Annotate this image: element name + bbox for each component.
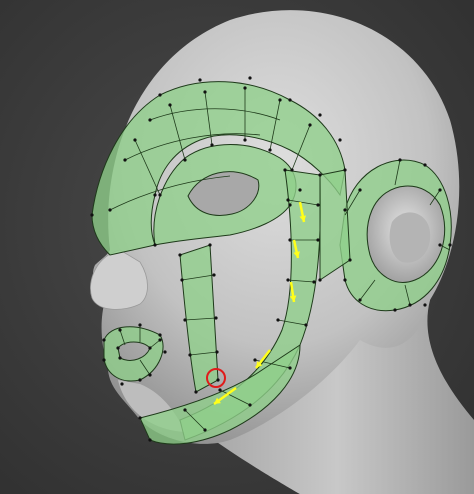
mesh-vertex[interactable]	[218, 388, 222, 392]
mesh-vertex[interactable]	[318, 278, 322, 282]
mesh-vertex[interactable]	[286, 278, 290, 282]
mesh-vertex[interactable]	[276, 318, 280, 322]
mesh-vertex[interactable]	[288, 203, 292, 207]
mesh-vertex[interactable]	[183, 408, 187, 412]
mesh-vertex[interactable]	[343, 168, 347, 172]
mesh-vertex[interactable]	[123, 158, 127, 162]
mesh-vertex[interactable]	[210, 143, 214, 147]
mesh-vertex[interactable]	[288, 98, 292, 102]
mesh-vertex[interactable]	[214, 316, 218, 320]
mesh-vertex[interactable]	[243, 86, 247, 90]
mesh-vertex[interactable]	[316, 238, 320, 242]
mesh-vertex[interactable]	[304, 323, 308, 327]
mesh-vertex[interactable]	[358, 298, 362, 302]
mesh-vertex[interactable]	[158, 93, 162, 97]
mesh-vertex[interactable]	[194, 390, 198, 394]
mesh-vertex[interactable]	[398, 158, 402, 162]
mesh-vertex[interactable]	[312, 280, 316, 284]
mesh-vertex[interactable]	[168, 103, 172, 107]
mesh-vertex[interactable]	[243, 138, 247, 142]
mesh-vertex[interactable]	[343, 278, 347, 282]
mesh-vertex[interactable]	[343, 208, 347, 212]
mesh-vertex[interactable]	[438, 243, 442, 247]
mesh-vertex[interactable]	[212, 273, 216, 277]
mesh-vertex[interactable]	[248, 403, 252, 407]
mesh-vertex[interactable]	[178, 253, 182, 257]
mesh-vertex[interactable]	[180, 278, 184, 282]
mesh-vertex[interactable]	[408, 303, 412, 307]
mesh-vertex[interactable]	[216, 378, 220, 382]
mesh-vertex[interactable]	[203, 428, 207, 432]
mesh-vertex[interactable]	[318, 113, 322, 117]
mesh-vertex[interactable]	[148, 346, 152, 350]
mesh-vertex[interactable]	[290, 168, 294, 172]
mesh-vertex[interactable]	[90, 213, 94, 217]
mesh-vertex[interactable]	[316, 203, 320, 207]
mesh-vertex[interactable]	[138, 416, 142, 420]
mesh-vertex[interactable]	[120, 382, 124, 386]
mesh-vertex[interactable]	[163, 350, 167, 354]
mesh-vertex[interactable]	[438, 188, 442, 192]
mesh-vertex[interactable]	[198, 78, 202, 82]
mesh-vertex[interactable]	[298, 188, 302, 192]
mesh-vertex[interactable]	[138, 323, 142, 327]
mesh-vertex[interactable]	[133, 138, 137, 142]
mesh-vertex[interactable]	[188, 353, 192, 357]
mesh-vertex[interactable]	[208, 243, 212, 247]
mesh-vertex[interactable]	[153, 243, 157, 247]
mesh-vertex[interactable]	[348, 258, 352, 262]
mesh-vertex[interactable]	[138, 378, 142, 382]
mesh-vertex[interactable]	[118, 328, 122, 332]
mesh-vertex[interactable]	[148, 438, 152, 442]
mesh-vertex[interactable]	[286, 198, 290, 202]
mesh-vertex[interactable]	[148, 373, 152, 377]
mesh-vertex[interactable]	[288, 238, 292, 242]
mesh-vertex[interactable]	[423, 163, 427, 167]
mesh-vertex[interactable]	[393, 308, 397, 312]
mesh-vertex[interactable]	[268, 148, 272, 152]
mesh-vertex[interactable]	[183, 158, 187, 162]
mesh-vertex[interactable]	[116, 346, 120, 350]
mesh-vertex[interactable]	[108, 208, 112, 212]
mesh-vertex[interactable]	[118, 356, 122, 360]
mesh-vertex[interactable]	[148, 118, 152, 122]
mesh-vertex[interactable]	[308, 123, 312, 127]
mesh-vertex[interactable]	[183, 318, 187, 322]
mesh-vertex[interactable]	[288, 366, 292, 370]
mesh-vertex[interactable]	[158, 333, 162, 337]
mesh-vertex[interactable]	[318, 173, 322, 177]
mesh-vertex[interactable]	[102, 358, 106, 362]
mesh-vertex[interactable]	[158, 193, 162, 197]
mesh-vertex[interactable]	[158, 338, 162, 342]
3d-viewport[interactable]	[0, 0, 474, 494]
ear-connector-band[interactable]	[319, 169, 351, 281]
mesh-vertex[interactable]	[338, 138, 342, 142]
mesh-vertex[interactable]	[253, 358, 257, 362]
mesh-vertex[interactable]	[278, 98, 282, 102]
mesh-vertex[interactable]	[153, 193, 157, 197]
mesh-vertex[interactable]	[215, 350, 219, 354]
viewport-scene[interactable]	[0, 0, 474, 494]
mesh-vertex[interactable]	[248, 76, 252, 80]
mesh-vertex[interactable]	[358, 188, 362, 192]
mesh-vertex[interactable]	[283, 168, 287, 172]
mesh-vertex[interactable]	[448, 243, 452, 247]
mesh-vertex[interactable]	[423, 303, 427, 307]
mesh-vertex[interactable]	[102, 338, 106, 342]
mesh-vertex[interactable]	[203, 90, 207, 94]
